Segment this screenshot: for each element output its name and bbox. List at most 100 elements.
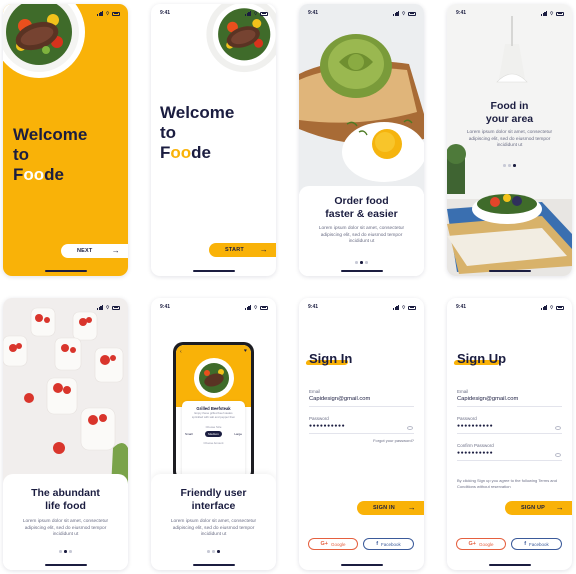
battery-icon [112, 11, 120, 16]
status-icons: ⌔ [96, 305, 120, 310]
password-field[interactable]: ●●●●●●●●●● [309, 423, 345, 429]
screen-sign-up: 9:41 ⌔ Sign Up Email Capidesign@gmail.co… [447, 298, 572, 570]
start-button[interactable]: START → [209, 243, 276, 257]
status-icons: ⌔ [244, 304, 268, 311]
size-large[interactable]: Large [234, 432, 242, 436]
email-underline [309, 406, 414, 407]
page-dot [355, 261, 358, 264]
sign-in-label: SIGN IN [373, 505, 395, 511]
show-confirm-password-icon[interactable] [555, 453, 561, 457]
page-dot-active [360, 261, 363, 264]
status-icons: ⌔ [96, 11, 120, 16]
home-indicator [193, 564, 235, 566]
welcome-line: Welcome [160, 103, 235, 122]
heart-icon[interactable]: ♥ [244, 348, 247, 354]
arrow-right-icon: → [555, 503, 564, 512]
email-field[interactable]: Capidesign@gmail.com [309, 396, 370, 402]
title-line: The abundant [31, 487, 100, 499]
back-icon[interactable]: ‹ [180, 349, 182, 355]
title-line: Food in [490, 100, 529, 112]
status-time: 9:41 [456, 304, 467, 310]
caption-title: The abundant life food [3, 487, 128, 513]
welcome-heading: Welcome to Foode [13, 125, 87, 185]
wifi-icon: ⌔ [401, 10, 406, 17]
caption-subtitle: Lorem ipsum dolor sit amet, consectetur … [22, 519, 109, 537]
screen-sign-in: 9:41 ⌔ Sign In Email Capidesign@gmail.co… [299, 298, 424, 570]
title-line: interface [191, 500, 236, 512]
screen-welcome-yellow: ⌔ Welcome to Foode NEXT → [3, 4, 128, 276]
wifi-icon: ⌔ [253, 10, 258, 17]
mock-phone-screen: ‹ ♥ Grilled Beefsteak Enjoy these grille… [176, 345, 251, 479]
battery-icon [408, 305, 416, 310]
home-indicator [341, 564, 383, 566]
caption-subtitle: Lorem ipsum dolor sit amet, consectetur … [318, 226, 405, 244]
page-indicator [447, 164, 572, 167]
facebook-icon: f [376, 541, 379, 547]
signal-icon [540, 11, 548, 16]
status-time: 9:41 [160, 304, 171, 310]
page-title: Sign In [309, 351, 353, 366]
screen-welcome-white: 9:41 ⌔ Welcome to Foode START → [151, 4, 276, 276]
facebook-icon: f [524, 541, 527, 547]
arrow-right-icon: → [111, 246, 120, 255]
wifi-icon: ⌔ [549, 304, 554, 311]
brand-letter: F [13, 165, 24, 184]
email-field[interactable]: Capidesign@gmail.com [457, 396, 518, 402]
size-medium-selected[interactable]: Medium [205, 431, 222, 437]
brand-logo-text: Foode [160, 143, 234, 163]
password-label: Password [457, 416, 477, 421]
mock-steak-image [194, 358, 234, 398]
page-dot [508, 164, 511, 167]
email-label: Email [309, 389, 321, 394]
battery-icon [260, 11, 268, 16]
caption-title: Food in your area [447, 100, 572, 126]
wifi-icon: ⌔ [549, 10, 554, 17]
title-line: your area [485, 113, 534, 125]
show-password-icon[interactable] [407, 426, 413, 430]
terms-text: By clicking Sign up you agree to the fol… [457, 478, 557, 489]
size-small[interactable]: Small [185, 432, 193, 436]
strawberry-desserts-image [3, 298, 128, 488]
page-dot [503, 164, 506, 167]
arrow-right-icon: → [259, 245, 268, 254]
page-title: Sign Up [457, 351, 507, 366]
facebook-button[interactable]: f Facebook [511, 538, 562, 550]
google-icon: G+ [320, 541, 328, 547]
avocado-toast-image [299, 4, 424, 194]
welcome-heading: Welcome to Foode [160, 103, 234, 163]
show-password-icon[interactable] [555, 426, 561, 430]
page-dot-active [217, 550, 220, 553]
google-button[interactable]: G+ Google [308, 538, 358, 550]
caption-title: Friendly user interface [151, 487, 276, 513]
confirm-password-field[interactable]: ●●●●●●●●●● [457, 450, 493, 456]
page-dot [212, 550, 215, 553]
google-button[interactable]: G+ Google [456, 538, 506, 550]
status-bar: ⌔ [12, 304, 120, 312]
status-icons: ⌔ [392, 10, 416, 17]
email-label: Email [457, 389, 469, 394]
page-dot [69, 550, 72, 553]
signal-icon [96, 11, 104, 16]
title-line: faster & easier [325, 208, 398, 220]
battery-icon [408, 11, 416, 16]
forgot-password-link[interactable]: Forgot your password? [373, 438, 414, 443]
page-indicator [3, 550, 128, 553]
sign-up-button[interactable]: SIGN UP → [505, 501, 572, 515]
mock-choose-size: Choose Size [205, 425, 222, 429]
arrow-right-icon: → [407, 503, 416, 512]
next-button[interactable]: NEXT → [61, 244, 128, 258]
brand-letter: de [44, 165, 65, 184]
password-underline [309, 433, 414, 434]
sign-in-button[interactable]: SIGN IN → [357, 501, 424, 515]
confirm-password-underline [457, 460, 562, 461]
status-bar: ⌔ [12, 10, 120, 18]
password-field[interactable]: ●●●●●●●●●● [457, 423, 493, 429]
facebook-button[interactable]: f Facebook [363, 538, 414, 550]
mock-dish-desc: Enjoy these grilled beef steaks sprinkle… [191, 411, 236, 419]
page-dot [59, 550, 62, 553]
wifi-icon: ⌔ [253, 304, 258, 311]
title-line: Order food [334, 195, 389, 207]
password-label: Password [309, 416, 329, 421]
brand-oo: oo [23, 165, 45, 184]
password-underline [457, 433, 562, 434]
